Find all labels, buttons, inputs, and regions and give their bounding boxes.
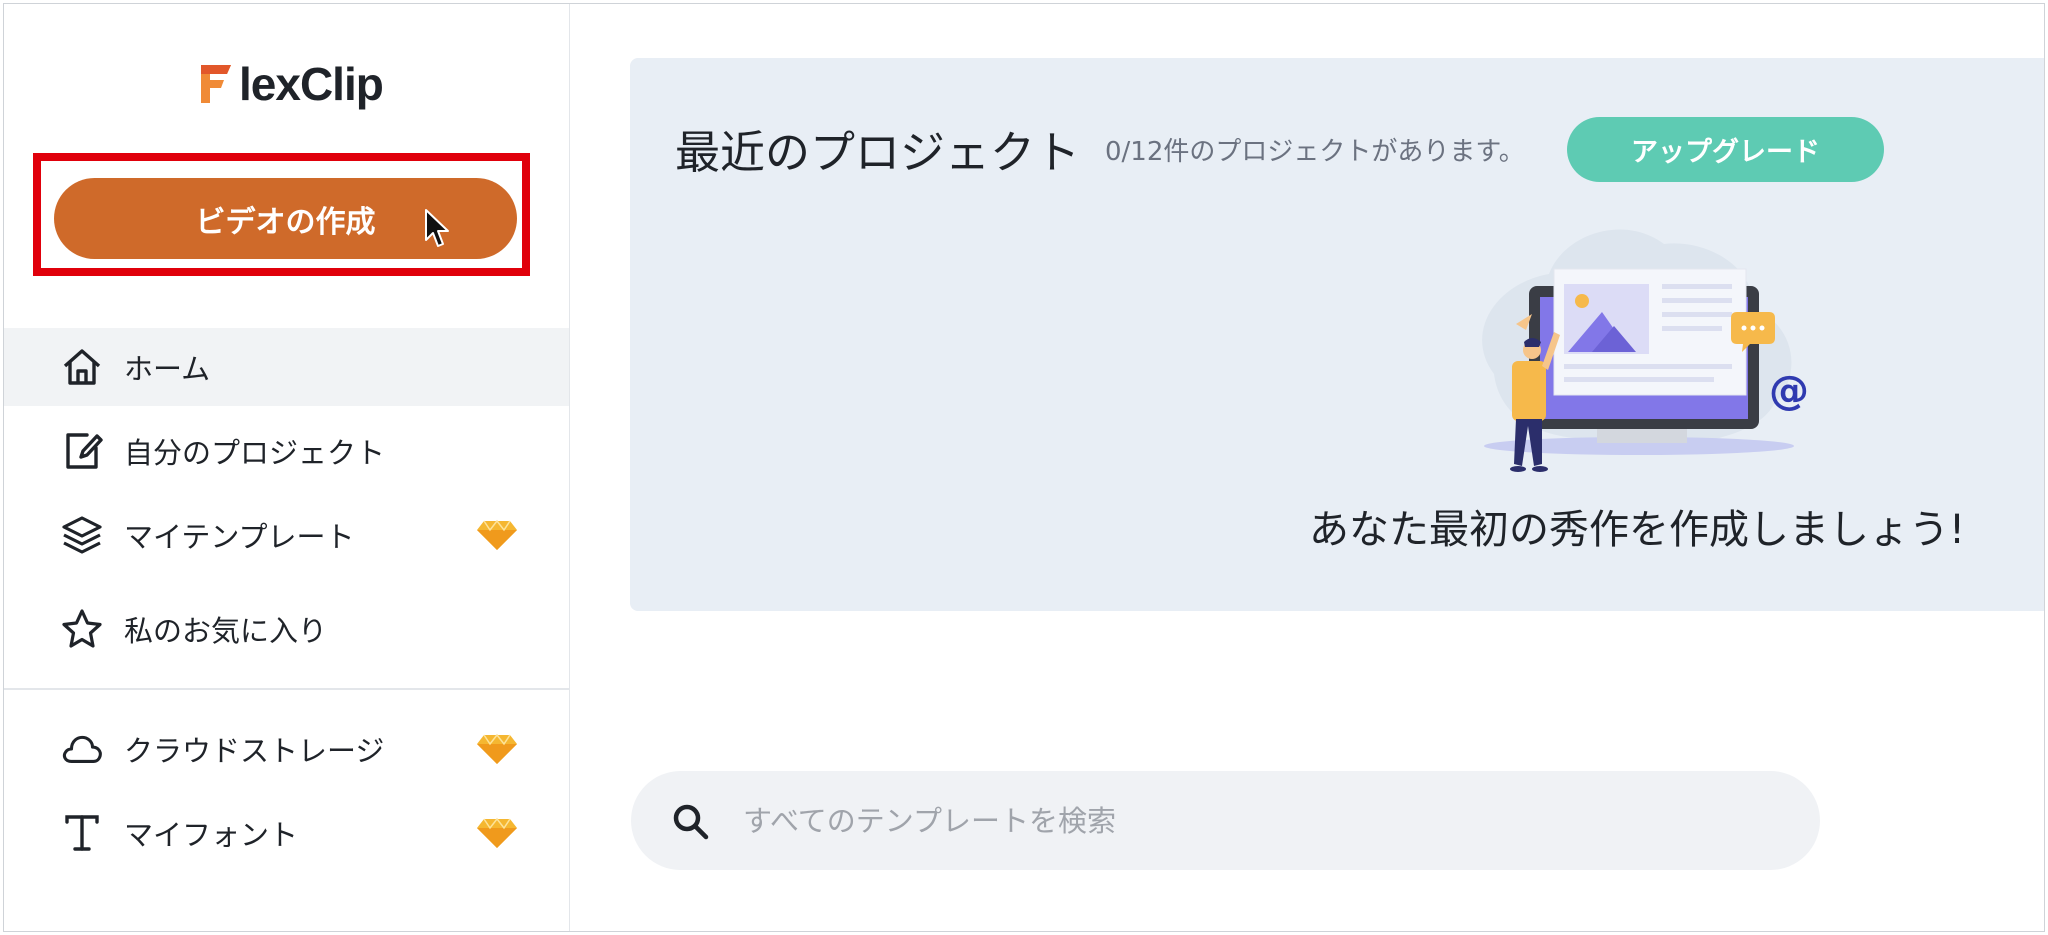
premium-diamond-icon (477, 519, 517, 550)
sidebar-item-label: 自分のプロジェクト (124, 436, 386, 470)
sidebar-item-label: 私のお気に入り (124, 614, 328, 648)
layers-icon (60, 513, 104, 557)
svg-text:@: @ (1769, 368, 1809, 414)
template-search-input[interactable] (741, 789, 1785, 853)
sidebar-divider (4, 688, 569, 690)
premium-diamond-icon (477, 817, 517, 848)
sidebar-item-cloud-storage[interactable]: クラウドストレージ (4, 710, 569, 788)
edit-icon (60, 429, 104, 473)
logo-f-mark (201, 65, 231, 103)
empty-projects-illustration: @ (1482, 229, 1809, 472)
cloud-icon (60, 727, 104, 771)
sidebar-item-label: マイフォント (124, 818, 299, 852)
sidebar-item-label: クラウドストレージ (124, 734, 385, 768)
text-icon (60, 811, 104, 855)
sidebar-item-templates[interactable]: マイテンプレート (4, 496, 569, 574)
sidebar-item-home[interactable]: ホーム (4, 328, 569, 406)
recent-projects-title: 最近のプロジェクト (675, 126, 1081, 179)
sidebar-item-fonts[interactable]: マイフォント (4, 794, 569, 872)
search-icon (673, 804, 709, 840)
mouse-cursor-icon (425, 209, 449, 247)
upgrade-label: アップグレード (1631, 137, 1820, 168)
sidebar-item-label: マイテンプレート (124, 520, 355, 554)
empty-projects-message: あなた最初の秀作を作成しましょう! (1309, 507, 1966, 553)
premium-diamond-icon (477, 733, 517, 764)
sidebar-item-label: ホーム (124, 352, 211, 386)
upgrade-button[interactable]: アップグレード (1567, 117, 1884, 182)
project-count-text: 0/12件のプロジェクトがあります。 (1105, 137, 1525, 167)
create-video-label: ビデオの作成 (195, 204, 376, 240)
home-icon (60, 345, 104, 389)
app-window: lexClip ビデオの作成 ホーム 自分のプロジェクト マイテンプレート 私の… (3, 3, 2045, 932)
template-search-bar[interactable] (631, 771, 1820, 870)
sidebar-item-projects[interactable]: 自分のプロジェクト (4, 412, 569, 490)
sidebar-item-favorites[interactable]: 私のお気に入り (4, 590, 569, 668)
logo-text: lexClip (239, 58, 384, 110)
flexclip-logo[interactable]: lexClip (197, 56, 384, 112)
sidebar: lexClip ビデオの作成 ホーム 自分のプロジェクト マイテンプレート 私の… (4, 4, 570, 931)
star-icon (60, 607, 104, 651)
